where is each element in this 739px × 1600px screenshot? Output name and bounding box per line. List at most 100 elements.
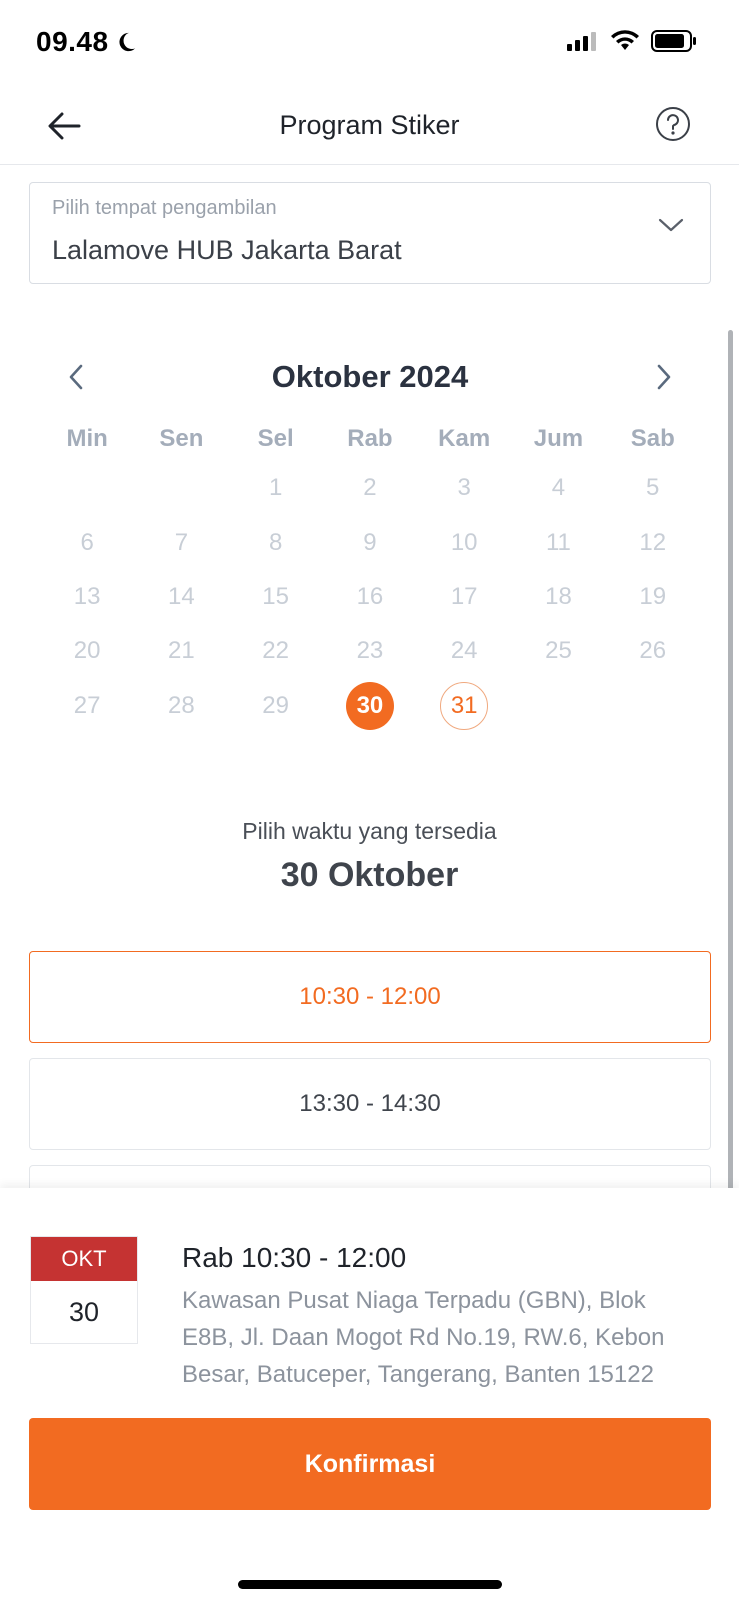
pickup-location-select[interactable]: Pilih tempat pengambilan Lalamove HUB Ja… [29,182,711,284]
booking-summary-sheet: OKT 30 Rab 10:30 - 12:00 Kawasan Pusat N… [0,1188,739,1600]
calendar-day: 2 [323,463,417,513]
calendar-day: 12 [606,518,700,568]
signal-icon [567,32,596,51]
help-icon [656,107,690,141]
calendar-day-number: 28 [168,692,195,719]
calendar-week-row: 20 21 22 23 24 25 26 [40,626,700,676]
calendar-day: 8 [229,518,323,568]
calendar-day-number: 4 [551,474,566,501]
calendar-empty-cell [606,681,700,731]
calendar-day-number: 14 [168,583,195,610]
calendar-day-number: 31 [440,682,489,730]
pickup-location-value: Lalamove HUB Jakarta Barat [52,235,402,265]
calendar-day: 25 [511,626,605,676]
date-badge-day: 30 [68,1296,100,1327]
weekday-header: Min Sen Sel Rab Kam Jum Sab [40,425,700,453]
calendar-day: 6 [40,518,134,568]
calendar-day-number: 25 [545,637,572,664]
time-slot-2[interactable]: 13:30 - 14:30 [29,1058,711,1150]
date-badge-month: OKT [31,1237,137,1281]
calendar-day: 27 [40,681,134,731]
weekday-label: Sen [159,425,204,452]
weekday-label: Sel [257,425,294,452]
calendar-day-number: 10 [450,529,478,556]
calendar-day: 16 [323,572,417,622]
calendar-day: 9 [323,518,417,568]
weekday-label: Min [66,425,108,452]
calendar-day: 26 [606,626,700,676]
calendar-week-row: 6 7 8 9 10 11 12 [40,518,700,568]
battery-icon [651,30,696,52]
calendar-day: 11 [511,518,605,568]
calendar-week-row: 13 14 15 16 17 18 19 [40,572,700,622]
calendar-day: 22 [229,626,323,676]
weekday-label: Sab [630,425,675,452]
summary-time: Rab 10:30 - 12:00 [182,1242,407,1273]
calendar-empty-cell [134,463,228,513]
chevron-right-icon [657,364,671,390]
status-time: 09.48 [36,26,137,58]
chevron-down-icon [658,218,684,232]
calendar-day-number: 8 [268,529,283,556]
confirm-button[interactable]: Konfirmasi [29,1418,711,1510]
calendar-day: 14 [134,572,228,622]
calendar-day-number: 11 [545,529,571,556]
calendar-day: 7 [134,518,228,568]
home-indicator [238,1580,502,1589]
next-month-button[interactable] [646,359,682,395]
calendar-day: 5 [606,463,700,513]
calendar-day[interactable]: 31 [417,681,511,731]
date-badge: OKT 30 [30,1236,138,1344]
calendar-day-number: 29 [262,692,289,719]
calendar-day-number: 13 [73,583,101,610]
calendar-day-number: 6 [80,529,94,556]
calendar-day-number: 18 [545,583,572,610]
calendar-day: 4 [511,463,605,513]
calendar-day: 3 [417,463,511,513]
calendar-day-number: 16 [356,583,384,610]
calendar-week-row: 1 2 3 4 5 [40,463,700,513]
calendar-day-number: 2 [363,474,377,501]
wifi-icon [611,30,639,50]
time-section-subtitle: Pilih waktu yang tersedia [242,818,497,844]
weekday-label: Jum [533,425,584,452]
weekday-label: Kam [438,425,491,452]
selected-date-title: 30 Oktober [280,856,459,894]
calendar-week-row: 27 28 29 30 31 [40,681,700,731]
calendar-day-number: 24 [450,637,478,664]
moon-icon [119,32,135,52]
calendar-day: 20 [40,626,134,676]
calendar-empty-cell [511,681,605,731]
calendar-day-number: 20 [73,637,101,664]
calendar-day-number: 15 [262,583,289,610]
calendar-day: 28 [134,681,228,731]
calendar-day-number: 9 [363,529,377,556]
calendar-day: 21 [134,626,228,676]
calendar-empty-cell [40,463,134,513]
calendar-day: 18 [511,572,605,622]
calendar-day-number: 30 [345,682,394,730]
pickup-location-label: Pilih tempat pengambilan [52,197,277,219]
calendar-day-number: 19 [639,583,667,610]
calendar-day: 13 [40,572,134,622]
status-time-text: 09.48 [36,26,109,57]
time-slot-1[interactable]: 10:30 - 12:00 [29,951,711,1043]
calendar-day: 19 [606,572,700,622]
calendar-day: 24 [417,626,511,676]
calendar-day-number: 3 [457,474,471,501]
weekday-label: Rab [347,425,393,452]
page-title: Program Stiker [279,110,460,140]
calendar-day: 17 [417,572,511,622]
calendar-day-number: 26 [639,637,667,664]
calendar-day-number: 23 [356,637,384,664]
calendar-day-number: 17 [450,583,478,610]
calendar-day: 29 [229,681,323,731]
help-button[interactable] [655,106,695,146]
calendar-day-number: 21 [168,637,195,664]
calendar-day-number: 22 [262,637,289,664]
calendar-day: 10 [417,518,511,568]
calendar-day-number: 7 [174,529,189,556]
summary-address: Kawasan Pusat Niaga Terpadu (GBN), Blok … [182,1287,665,1388]
calendar-day[interactable]: 30 [323,681,417,731]
calendar-day-number: 5 [646,474,660,501]
